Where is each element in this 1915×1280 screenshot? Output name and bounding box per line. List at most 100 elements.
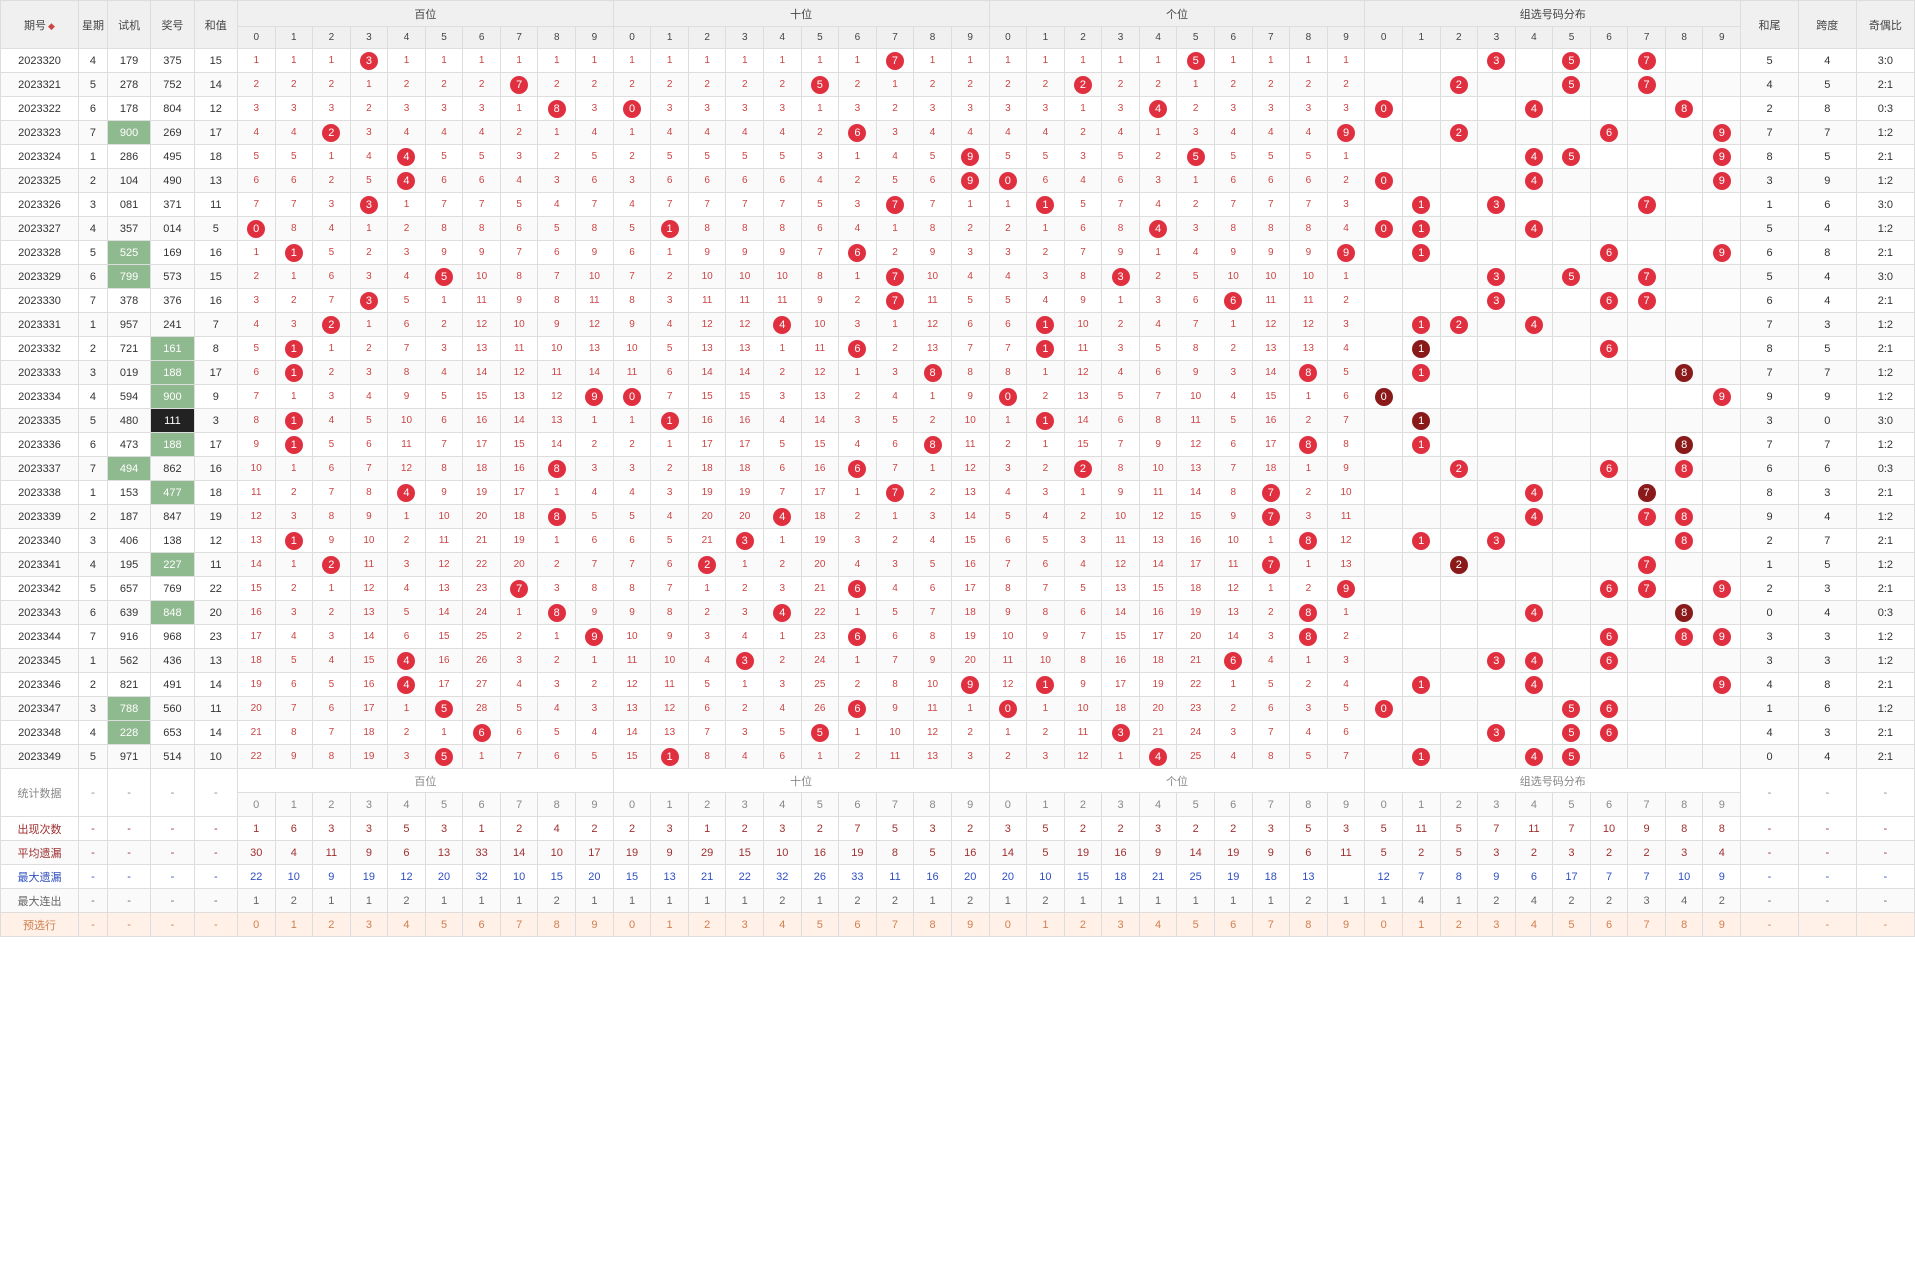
zuxuan-cell: [1590, 169, 1628, 193]
ball-bai: 5: [425, 697, 463, 721]
miss-cell: 9: [1290, 241, 1328, 265]
ball-ge: 1: [1027, 673, 1065, 697]
col-hewei[interactable]: 和尾: [1741, 1, 1799, 49]
cell-hewei: 2: [1741, 97, 1799, 121]
miss-cell: 10: [688, 265, 726, 289]
cell-kuadu: 3: [1798, 721, 1856, 745]
zuxuan-cell: [1628, 241, 1666, 265]
ball-ge: 9: [1327, 241, 1365, 265]
col-jianghao[interactable]: 奖号: [151, 1, 194, 49]
miss-cell: 5: [350, 169, 388, 193]
ball-ge: 8: [1290, 625, 1328, 649]
ball-zuxuan: 7: [1628, 553, 1666, 577]
miss-cell: 26: [801, 697, 839, 721]
miss-cell: 5: [726, 145, 764, 169]
miss-cell: 1: [388, 505, 426, 529]
stats-row-label: 平均遗漏: [1, 841, 79, 865]
col-week[interactable]: 星期: [79, 1, 108, 49]
cell-hewei: 4: [1741, 721, 1799, 745]
miss-cell: 1: [1177, 169, 1215, 193]
cell-jiou: 1:2: [1856, 385, 1914, 409]
miss-cell: 3: [1214, 361, 1252, 385]
miss-cell: 6: [538, 745, 576, 769]
cell-jianghao: 495: [151, 145, 194, 169]
zuxuan-cell: [1478, 409, 1516, 433]
col-kuadu[interactable]: 跨度: [1798, 1, 1856, 49]
miss-cell: 3: [500, 649, 538, 673]
miss-cell: 2: [1102, 313, 1140, 337]
miss-cell: 2: [275, 73, 313, 97]
cell-issue: 2023338: [1, 481, 79, 505]
zuxuan-cell: [1402, 265, 1440, 289]
miss-cell: 2: [576, 73, 614, 97]
ball-zuxuan: 4: [1515, 313, 1553, 337]
col-num-9: 9: [1327, 27, 1365, 49]
miss-cell: 11: [613, 361, 651, 385]
miss-cell: 7: [500, 241, 538, 265]
miss-cell: 6: [237, 169, 275, 193]
miss-cell: 7: [1027, 577, 1065, 601]
miss-cell: 4: [726, 121, 764, 145]
miss-cell: 1: [726, 49, 764, 73]
miss-cell: 5: [576, 505, 614, 529]
miss-cell: 1: [1177, 73, 1215, 97]
miss-cell: 2: [388, 73, 426, 97]
miss-cell: 2: [576, 673, 614, 697]
miss-cell: 3: [538, 577, 576, 601]
cell-hewei: 5: [1741, 49, 1799, 73]
col-shiji[interactable]: 试机: [107, 1, 150, 49]
miss-cell: 3: [313, 97, 351, 121]
miss-cell: 25: [1177, 745, 1215, 769]
cell-hezhi: 17: [194, 433, 237, 457]
col-issue[interactable]: 期号: [1, 1, 79, 49]
cell-hezhi: 17: [194, 121, 237, 145]
ball-zuxuan: 7: [1628, 289, 1666, 313]
zuxuan-cell: [1665, 673, 1703, 697]
zuxuan-cell: [1665, 121, 1703, 145]
miss-cell: 4: [576, 121, 614, 145]
miss-cell: 8: [1064, 265, 1102, 289]
cell-issue: 2023322: [1, 97, 79, 121]
col-hezhi[interactable]: 和值: [194, 1, 237, 49]
cell-hezhi: 18: [194, 481, 237, 505]
zuxuan-cell: [1665, 553, 1703, 577]
miss-cell: 8: [613, 289, 651, 313]
miss-cell: 1: [1214, 49, 1252, 73]
stats-row: 平均遗漏----30411961333141017199291510161985…: [1, 841, 1915, 865]
cell-jiou: 0:3: [1856, 457, 1914, 481]
ball-zuxuan: 2: [1440, 457, 1478, 481]
cell-shiji: 494: [107, 457, 150, 481]
col-jiou[interactable]: 奇偶比: [1856, 1, 1914, 49]
miss-cell: 2: [839, 289, 877, 313]
ball-shi: 9: [951, 169, 989, 193]
ball-zuxuan: 1: [1402, 433, 1440, 457]
cell-hewei: 7: [1741, 313, 1799, 337]
cell-hewei: 4: [1741, 673, 1799, 697]
col-num-7: 7: [876, 27, 914, 49]
zuxuan-cell: [1365, 73, 1403, 97]
miss-cell: 6: [275, 169, 313, 193]
miss-cell: 8: [726, 217, 764, 241]
cell-kuadu: 3: [1798, 625, 1856, 649]
miss-cell: 4: [914, 529, 952, 553]
zuxuan-cell: [1365, 193, 1403, 217]
miss-cell: 1: [425, 289, 463, 313]
miss-cell: 13: [463, 337, 501, 361]
miss-cell: 3: [1252, 625, 1290, 649]
miss-cell: 1: [425, 721, 463, 745]
miss-cell: 12: [350, 577, 388, 601]
miss-cell: 9: [688, 241, 726, 265]
cell-jiou: 2:1: [1856, 73, 1914, 97]
zuxuan-cell: [1515, 721, 1553, 745]
zuxuan-cell: [1515, 265, 1553, 289]
cell-shiji: 657: [107, 577, 150, 601]
miss-cell: 1: [1290, 385, 1328, 409]
miss-cell: 10: [425, 505, 463, 529]
miss-cell: 5: [425, 145, 463, 169]
miss-cell: 5: [275, 649, 313, 673]
miss-cell: 13: [1064, 385, 1102, 409]
miss-cell: 14: [1214, 625, 1252, 649]
miss-cell: 3: [576, 697, 614, 721]
cell-kuadu: 4: [1798, 601, 1856, 625]
miss-cell: 6: [764, 169, 802, 193]
